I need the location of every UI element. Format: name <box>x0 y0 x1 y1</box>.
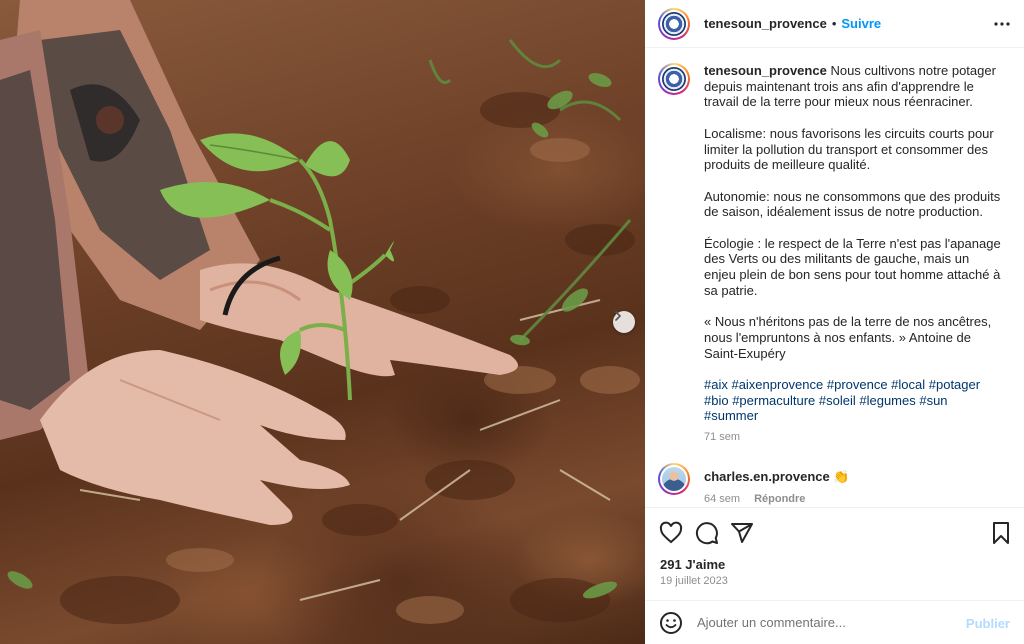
reply-button[interactable]: Répondre <box>754 493 805 505</box>
caption-avatar[interactable] <box>658 63 690 95</box>
commenter-username[interactable]: charles.en.provence <box>704 469 830 484</box>
emoji-icon[interactable] <box>659 611 683 635</box>
paper-plane-icon[interactable] <box>730 521 754 545</box>
caption-username[interactable]: tenesoun_provence <box>704 63 827 78</box>
hashtags[interactable]: #aix #aixenprovence #provence #local #po… <box>704 377 1004 424</box>
like-count[interactable]: 291 J'aime <box>660 557 725 572</box>
caption-paragraph: « Nous n'héritons pas de la terre de nos… <box>704 314 995 361</box>
bookmark-icon[interactable] <box>989 521 1013 545</box>
comment-timestamp[interactable]: 64 sem <box>704 493 740 505</box>
follow-button[interactable]: Suivre <box>841 16 881 31</box>
caption-timestamp[interactable]: 71 sem <box>704 430 1004 446</box>
next-image-button[interactable] <box>613 311 635 333</box>
comment-meta: 64 sem Répondre <box>704 493 850 505</box>
post-side-panel: tenesoun_provence • Suivre tenesoun_prov… <box>645 0 1024 644</box>
caption-paragraph: Localisme: nous favorisons les circuits … <box>704 125 998 173</box>
commenter-avatar[interactable] <box>658 463 690 495</box>
chevron-right-icon <box>615 311 622 321</box>
author-username[interactable]: tenesoun_provence <box>704 16 827 31</box>
author-avatar[interactable] <box>658 7 690 40</box>
caption-body: tenesoun_provence Nous cultivons notre p… <box>704 63 1004 446</box>
add-comment-bar: Publier <box>645 600 1024 644</box>
logo-icon <box>662 67 686 91</box>
caption: tenesoun_provence Nous cultivons notre p… <box>658 63 1010 446</box>
post-header: tenesoun_provence • Suivre <box>645 0 1024 48</box>
caption-paragraph: tenesoun_provence Nous cultivons notre p… <box>704 63 1004 110</box>
comments-section[interactable]: tenesoun_provence Nous cultivons notre p… <box>645 49 1024 507</box>
logo-icon <box>662 11 686 36</box>
post-actions: 291 J'aime 19 juillet 2023 <box>645 507 1024 599</box>
publish-button[interactable]: Publier <box>966 616 1010 631</box>
post-photo[interactable] <box>0 0 645 644</box>
comment-input[interactable] <box>697 615 947 630</box>
comment-text: 👏 <box>833 469 850 484</box>
more-horizontal-icon[interactable] <box>992 15 1012 33</box>
post-date[interactable]: 19 juillet 2023 <box>660 575 728 587</box>
separator-dot: • <box>831 16 837 31</box>
heart-icon[interactable] <box>659 521 683 545</box>
caption-paragraph: Autonomie: nous ne consommons que des pr… <box>704 188 1004 220</box>
comment-bubble-icon[interactable] <box>695 521 719 545</box>
photo-illustration <box>0 0 640 624</box>
caption-paragraph: Écologie : le respect de la Terre n'est … <box>704 235 1005 298</box>
comment-body: charles.en.provence 👏 64 sem Répondre <box>704 463 850 505</box>
comment: charles.en.provence 👏 64 sem Répondre <box>658 463 1010 505</box>
